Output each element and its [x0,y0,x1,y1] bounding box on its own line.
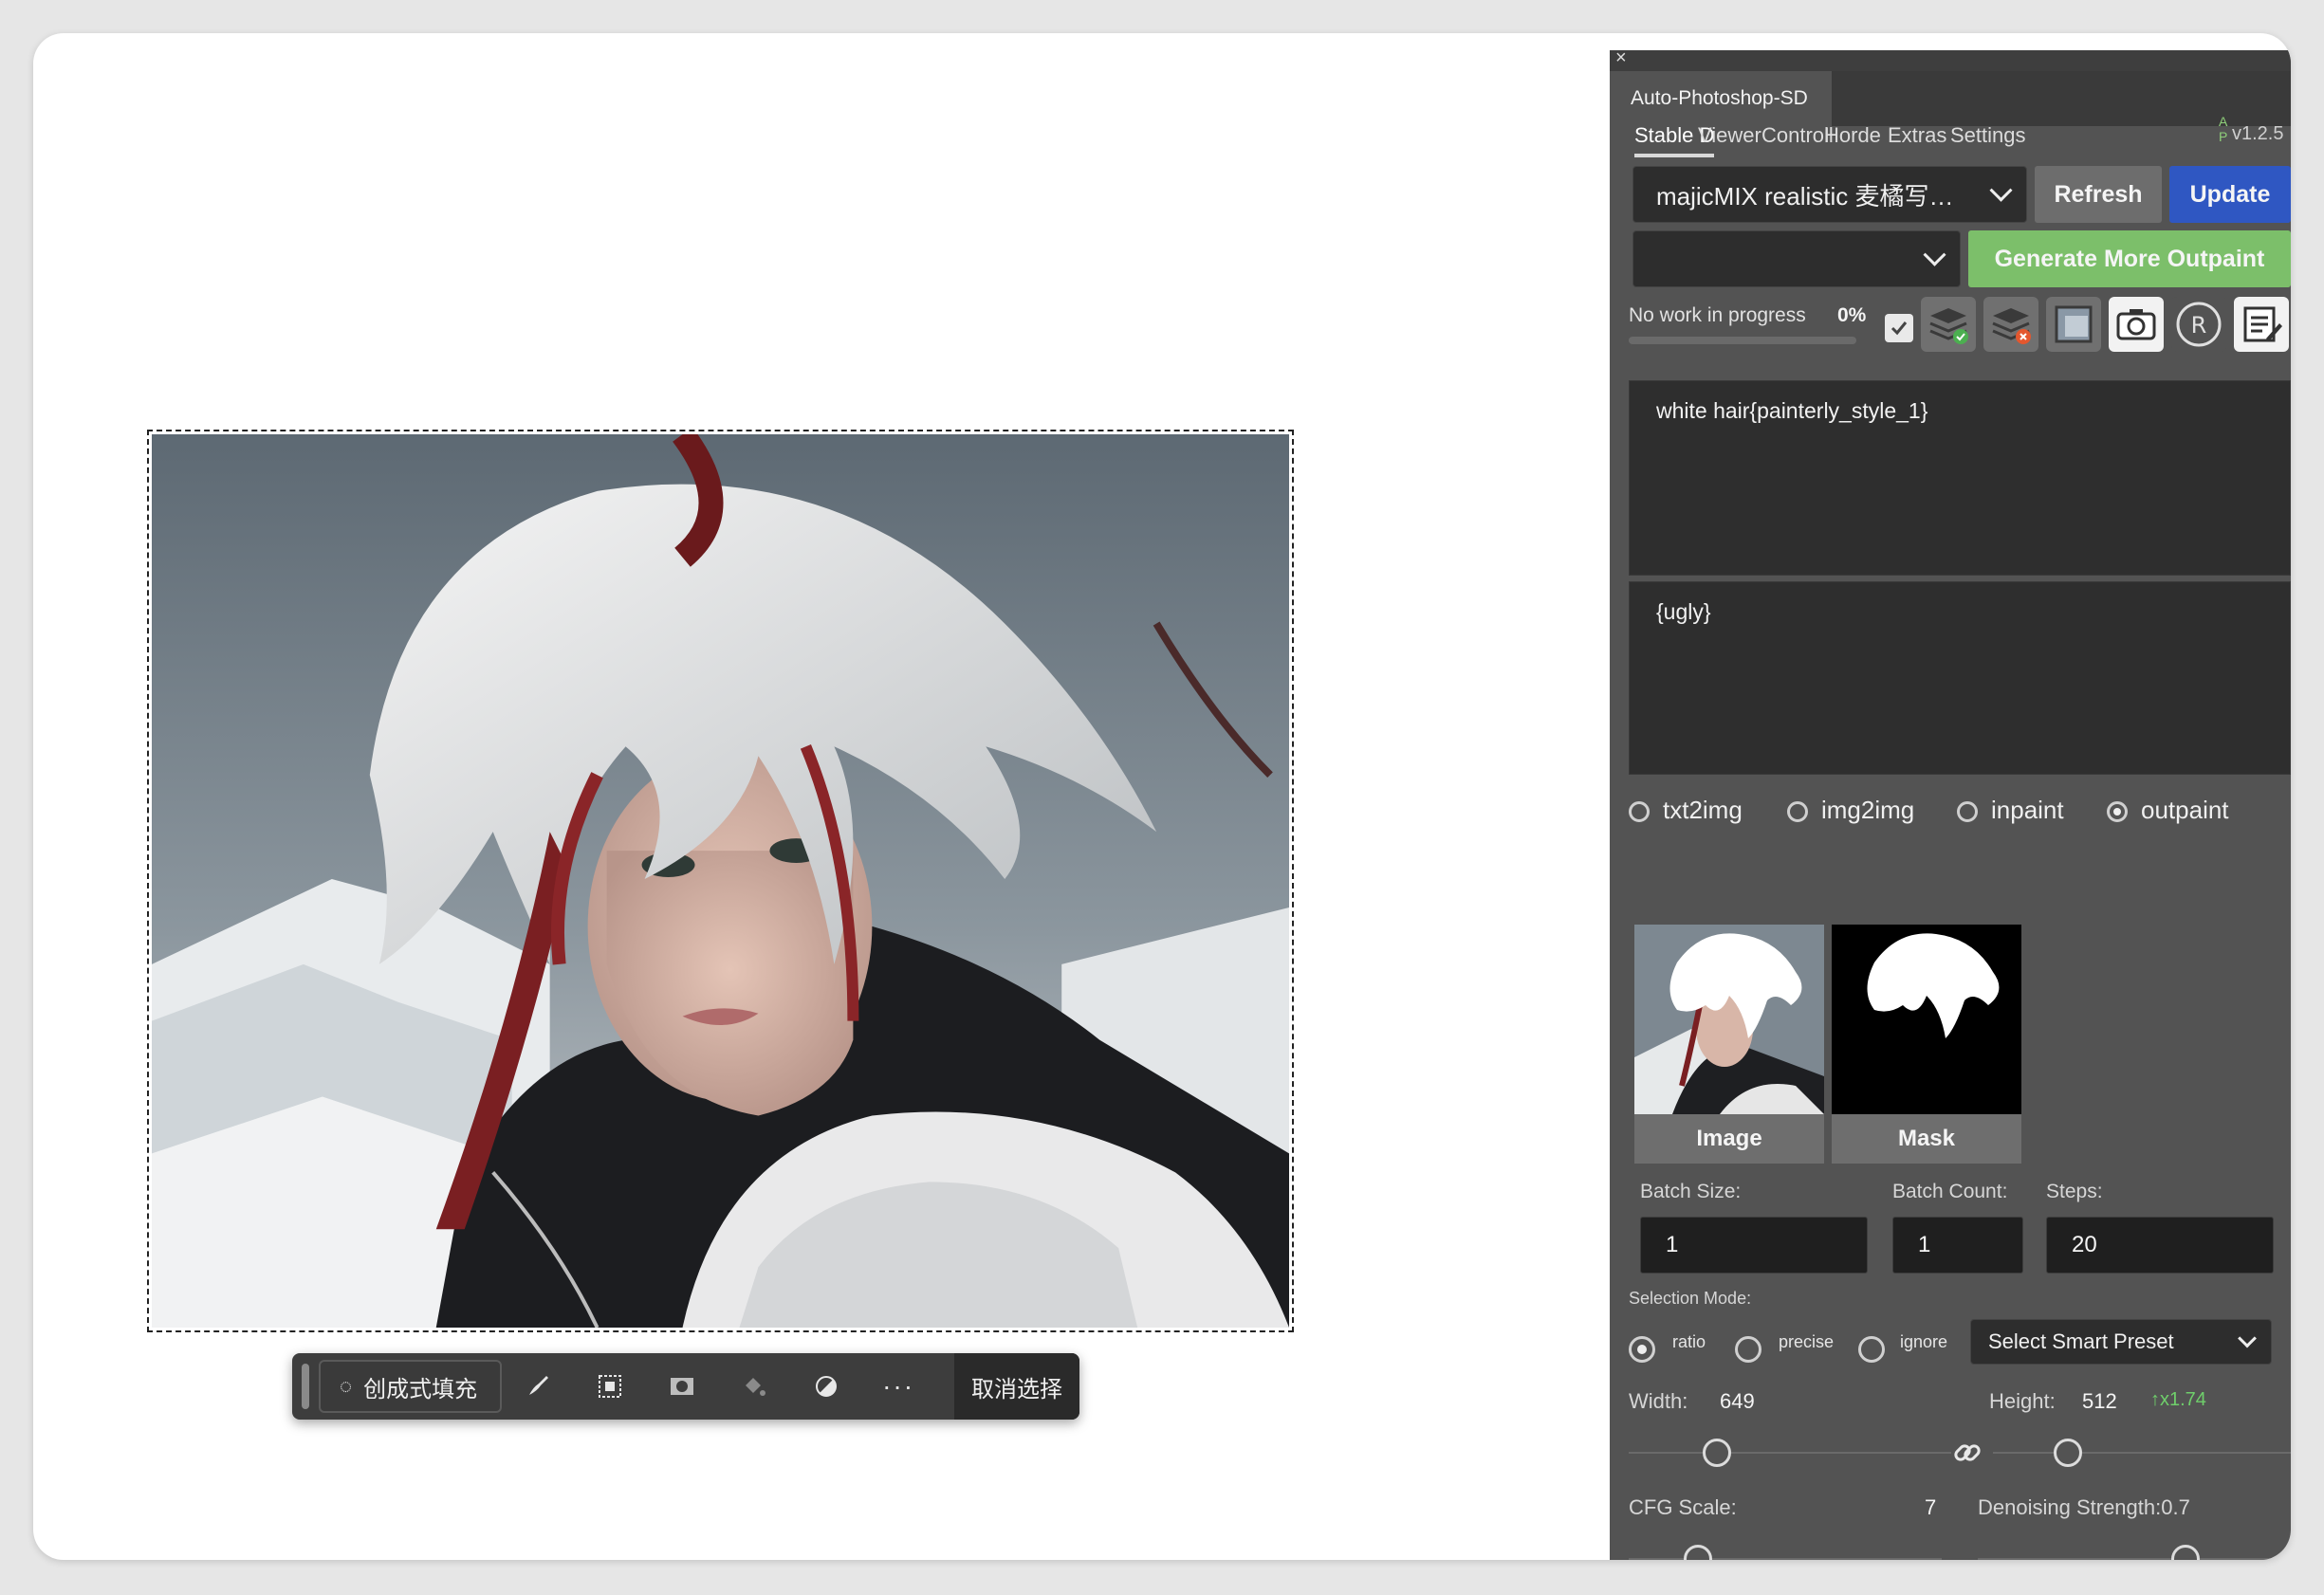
radio-txt2img-label: txt2img [1663,796,1743,824]
adjustment-icon[interactable] [790,1362,862,1411]
batch-count-input[interactable]: 1 [1892,1217,2023,1274]
secondary-select[interactable] [1632,230,1961,287]
panel-top-bar: × [1610,50,2291,71]
scale-ratio: ↑x1.74 [2150,1389,2206,1410]
taskbar-grip-handle[interactable] [302,1364,309,1409]
tab-controlnet[interactable]: Controll [1761,123,1834,148]
ap-badge: A P [2219,114,2228,144]
denoising-strength-label: Denoising Strength:0.7 [1978,1495,2190,1519]
width-label: Width: [1629,1389,1688,1413]
radio-ratio-label: ratio [1672,1332,1706,1351]
width-slider-track[interactable] [1629,1452,1951,1454]
panel-title-tab[interactable]: Auto-Photoshop-SD [1610,71,1832,126]
init-image-thumbnail[interactable]: Image [1634,925,1824,1164]
canvas-selection[interactable] [147,430,1294,1332]
progress-status: No work in progress [1629,304,1806,326]
radio-outpaint-label: outpaint [2141,796,2229,824]
steps-label: Steps: [2046,1181,2103,1202]
batch-count-label: Batch Count: [1892,1181,2008,1202]
plugin-tabs: Stable D Viewer Controll Horde Extras Se… [1610,123,2291,167]
layers-discard-icon[interactable] [1983,297,2038,352]
cfg-slider-track[interactable] [1629,1558,1942,1560]
negative-prompt-textarea[interactable]: {ugly} [1629,581,2291,775]
radio-ignore-label: ignore [1900,1332,1948,1351]
transform-selection-icon[interactable] [574,1362,646,1411]
cfg-scale-label: CFG Scale: [1629,1495,1737,1519]
brush-icon[interactable] [502,1362,574,1411]
selection-mode-label: Selection Mode: [1629,1289,1752,1308]
width-value: 649 [1720,1389,1755,1413]
mask-thumbnail-label: Mask [1832,1114,2021,1164]
tab-horde[interactable]: Horde [1824,123,1881,148]
auto-checkbox[interactable] [1885,314,1913,342]
tab-settings[interactable]: Settings [1950,123,2026,148]
radio-img2img-label: img2img [1821,796,1915,824]
smart-preset-select[interactable]: Select Smart Preset [1970,1319,2272,1365]
radio-inpaint-label: inpaint [1991,796,2064,824]
radio-outpaint[interactable] [2107,801,2128,822]
mask-thumbnail[interactable]: Mask [1832,925,2021,1164]
width-slider-thumb[interactable] [1703,1439,1731,1467]
more-icon[interactable]: ··· [862,1362,934,1411]
refresh-r-icon[interactable]: R [2171,297,2226,352]
layers-accept-icon[interactable] [1921,297,1976,352]
height-slider-track[interactable] [1993,1452,2291,1454]
image-thumbnail-label: Image [1634,1114,1824,1164]
height-slider-thumb[interactable] [2054,1439,2082,1467]
radio-ratio[interactable] [1629,1336,1655,1363]
cancel-selection-button[interactable]: 取消选择 [954,1353,1079,1420]
sparkle-icon: ◌ [340,1374,353,1398]
refresh-button[interactable]: Refresh [2035,166,2162,223]
fill-bucket-icon[interactable] [718,1362,790,1411]
camera-icon[interactable] [2109,297,2164,352]
cfg-scale-value: 7 [1925,1495,1937,1519]
radio-precise[interactable] [1735,1336,1761,1363]
contextual-taskbar: ◌ 创成式填充 ··· 取消选择 [292,1353,1079,1420]
radio-img2img[interactable] [1787,801,1808,822]
app-window: ◌ 创成式填充 ··· 取消选择 × Auto-Photoshop-SD Sta… [33,33,2291,1560]
steps-input[interactable]: 20 [2046,1217,2274,1274]
update-button[interactable]: Update [2169,166,2291,223]
panel-tab-bar: Auto-Photoshop-SD [1610,71,2291,126]
tab-viewer[interactable]: Viewer [1698,123,1761,148]
progress-bar [1629,337,1856,344]
chevron-down-icon [1989,178,2013,202]
tab-extras[interactable]: Extras [1888,123,1946,148]
radio-txt2img[interactable] [1629,801,1650,822]
radio-precise-label: precise [1779,1332,1835,1351]
chevron-down-icon [1923,243,1946,266]
model-select[interactable]: majicMIX realistic 麦橘写… [1632,166,2027,223]
height-value: 512 [2082,1389,2117,1413]
denoise-slider-thumb[interactable] [2171,1545,2200,1560]
model-select-value: majicMIX realistic 麦橘写… [1656,181,1954,211]
batch-size-label: Batch Size: [1640,1181,1742,1202]
radio-inpaint[interactable] [1957,801,1978,822]
plugin-panel: × Auto-Photoshop-SD Stable D Viewer Cont… [1610,50,2291,1560]
chevron-down-icon [2238,1329,2257,1348]
denoise-slider-track[interactable] [1978,1558,2291,1560]
link-icon[interactable] [1951,1437,1983,1475]
close-icon[interactable]: × [1615,50,1627,69]
svg-text:R: R [2191,312,2207,339]
generate-more-button[interactable]: Generate More Outpaint [1968,230,2291,287]
mask-icon[interactable] [646,1362,718,1411]
edit-notes-icon[interactable] [2234,297,2289,352]
smart-preset-value: Select Smart Preset [1988,1329,2174,1353]
generative-fill-button[interactable]: ◌ 创成式填充 [319,1360,503,1413]
prompt-textarea[interactable]: white hair{painterly_style_1} [1629,380,2291,576]
cfg-slider-thumb[interactable] [1684,1545,1712,1560]
batch-size-input[interactable]: 1 [1640,1217,1868,1274]
radio-ignore[interactable] [1858,1336,1885,1363]
progress-percent: 0% [1837,304,1867,326]
canvas-image [152,434,1289,1328]
image-frame-icon[interactable] [2046,297,2101,352]
height-label: Height: [1989,1389,2056,1413]
version-label: A P v1.2.5 [2219,114,2284,144]
generative-fill-label: 创成式填充 [363,1376,478,1402]
